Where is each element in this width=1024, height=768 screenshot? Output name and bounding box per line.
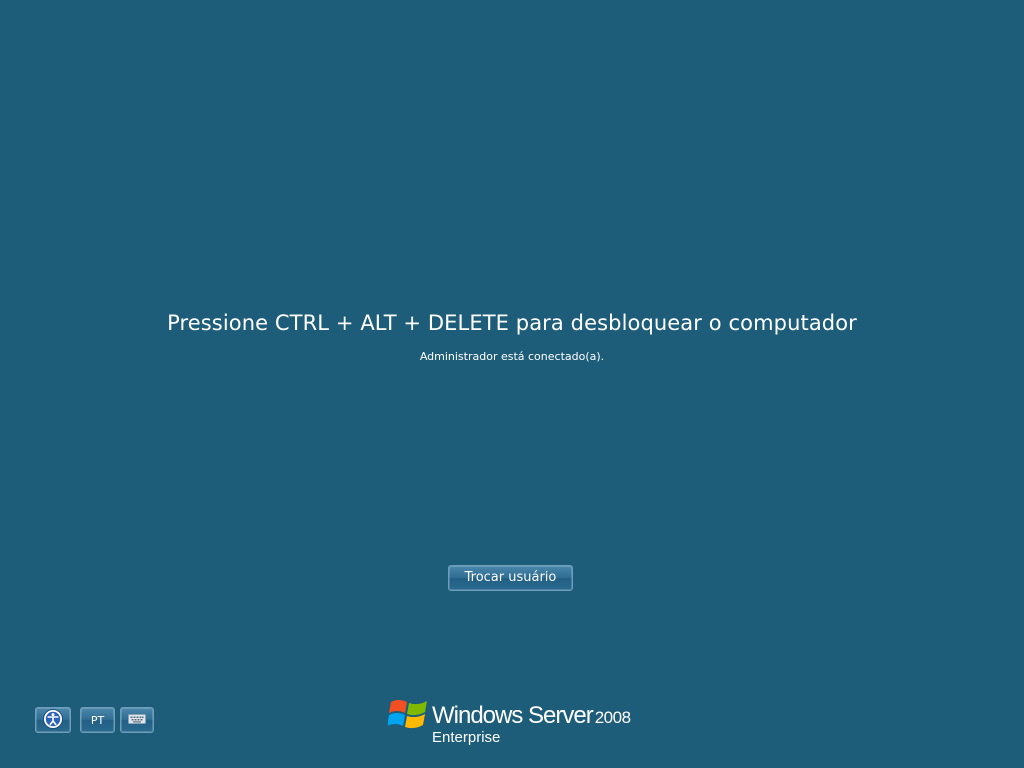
windows-flag-logo: [387, 694, 430, 738]
windows-server-branding: Windows Server 2008 Enterprise: [387, 694, 648, 750]
product-name: Windows Server 2008: [432, 702, 631, 730]
product-title: Windows Server: [432, 702, 594, 729]
unlock-instruction: Pressione CTRL + ALT + DELETE para desbl…: [167, 311, 857, 335]
ease-of-access-icon: [42, 708, 64, 733]
ease-of-access-button[interactable]: [35, 707, 71, 733]
product-version: 2008: [594, 708, 631, 727]
lock-screen: Pressione CTRL + ALT + DELETE para desbl…: [0, 0, 1024, 768]
keyboard-icon: [128, 713, 146, 728]
logged-in-status: Administrador está conectado(a).: [419, 350, 605, 363]
switch-user-button[interactable]: Trocar usuário: [448, 565, 573, 591]
product-edition: Enterprise: [432, 729, 501, 746]
on-screen-keyboard-button[interactable]: [120, 707, 154, 733]
input-language-button[interactable]: PT: [80, 707, 115, 733]
